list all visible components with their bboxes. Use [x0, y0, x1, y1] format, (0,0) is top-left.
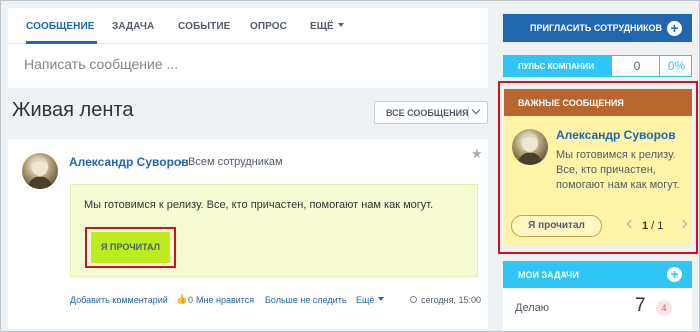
avatar[interactable]	[22, 153, 58, 189]
task-counter-badge: 4	[656, 300, 672, 316]
task-row-label[interactable]: Делаю	[515, 302, 549, 314]
pager-total: 1	[657, 220, 664, 232]
important-read-button[interactable]: Я прочитал	[511, 215, 602, 237]
pulse-count: 0	[633, 59, 641, 73]
important-text-line: помогают нам как могут.	[556, 179, 680, 191]
portrait-icon	[26, 157, 54, 189]
post-timestamp: сегодня, 15:00	[421, 295, 482, 305]
post-destination[interactable]: Всем сотрудникам	[188, 156, 283, 168]
mark-read-button[interactable]: Я ПРОЧИТАЛ	[91, 232, 170, 263]
divider	[468, 106, 469, 120]
tab-message[interactable]: СООБЩЕНИЕ	[26, 21, 95, 32]
post-author-link[interactable]: Александр Суворов	[69, 155, 189, 169]
post-composer: СООБЩЕНИЕ ЗАДАЧА СОБЫТИЕ ОПРОС ЕЩЁ Напис…	[8, 8, 488, 88]
clock-icon	[410, 296, 417, 303]
important-author-link[interactable]: Александр Суворов	[556, 128, 676, 142]
tab-more[interactable]: ЕЩЁ	[310, 21, 344, 32]
more-actions-label: Ещё	[356, 295, 375, 305]
star-icon[interactable]: ★	[471, 146, 483, 162]
chevron-down-icon	[337, 23, 344, 27]
pulse-label: ПУЛЬС КОМПАНИИ	[504, 56, 612, 76]
chevron-left-icon[interactable]	[626, 219, 636, 229]
tab-poll[interactable]: ОПРОС	[250, 21, 287, 32]
important-text-line: Все, кто причастен,	[556, 164, 656, 176]
important-messages-widget: Александр Суворов Мы готовимся к релизу.…	[504, 116, 692, 246]
add-comment-link[interactable]: Добавить комментарий	[70, 295, 168, 305]
important-message-box: Мы готовимся к релизу. Все, кто причасте…	[70, 184, 478, 277]
my-tasks-label: МОИ ЗАДАЧИ	[518, 270, 579, 280]
tab-event[interactable]: СОБЫТИЕ	[178, 21, 230, 32]
feed-filter-dropdown[interactable]: ВСЕ СООБЩЕНИЯ	[374, 101, 488, 124]
tab-more-label: ЕЩЁ	[310, 21, 334, 32]
divider	[659, 56, 660, 76]
important-text-line: Мы готовимся к релизу.	[556, 149, 676, 161]
important-pager: 1 / 1	[642, 220, 664, 232]
portrait-icon	[516, 133, 544, 165]
like-count: 0	[188, 295, 194, 305]
tab-task[interactable]: ЗАДАЧА	[112, 21, 154, 32]
feed-filter-label: ВСЕ СООБЩЕНИЯ	[386, 108, 469, 118]
avatar[interactable]	[512, 129, 548, 165]
invite-employees-button[interactable]: ПРИГЛАСИТЬ СОТРУДНИКОВ +	[503, 14, 692, 42]
invite-employees-label: ПРИГЛАСИТЬ СОТРУДНИКОВ	[530, 23, 663, 33]
feed-post: Александр Суворов › Всем сотрудникам ★ М…	[8, 139, 488, 329]
like-link[interactable]: Мне нравится	[196, 295, 254, 305]
pulse-percent: 0%	[667, 59, 686, 73]
page-title: Живая лента	[12, 99, 134, 121]
unfollow-link[interactable]: Больше не следить	[265, 295, 347, 305]
chevron-right-icon: ›	[178, 154, 183, 169]
important-messages-header: ВАЖНЫЕ СООБЩЕНИЯ	[504, 89, 692, 116]
chevron-right-icon[interactable]	[678, 219, 688, 229]
my-tasks-header[interactable]: МОИ ЗАДАЧИ +	[503, 261, 692, 288]
highlight-frame: Я ПРОЧИТАЛ	[85, 227, 176, 268]
more-actions-link[interactable]: Ещё	[356, 295, 385, 305]
my-tasks-widget: Делаю 7 4	[503, 288, 692, 332]
chevron-down-icon	[378, 297, 385, 301]
message-input[interactable]: Написать сообщение ...	[24, 56, 178, 72]
thumbs-up-icon: 👍	[176, 294, 188, 304]
active-tab-indicator	[26, 41, 97, 44]
chevron-down-icon	[471, 105, 481, 115]
composer-tabs: СООБЩЕНИЕ ЗАДАЧА СОБЫТИЕ ОПРОС ЕЩЁ	[8, 8, 488, 44]
task-row-count[interactable]: 7	[635, 295, 646, 317]
plus-icon[interactable]: +	[667, 267, 682, 282]
plus-icon: +	[667, 21, 682, 36]
pager-current: 1	[642, 220, 649, 232]
post-text: Мы готовимся к релизу. Все, кто причасте…	[84, 199, 434, 211]
company-pulse-widget[interactable]: ПУЛЬС КОМПАНИИ 0 0%	[503, 55, 692, 77]
